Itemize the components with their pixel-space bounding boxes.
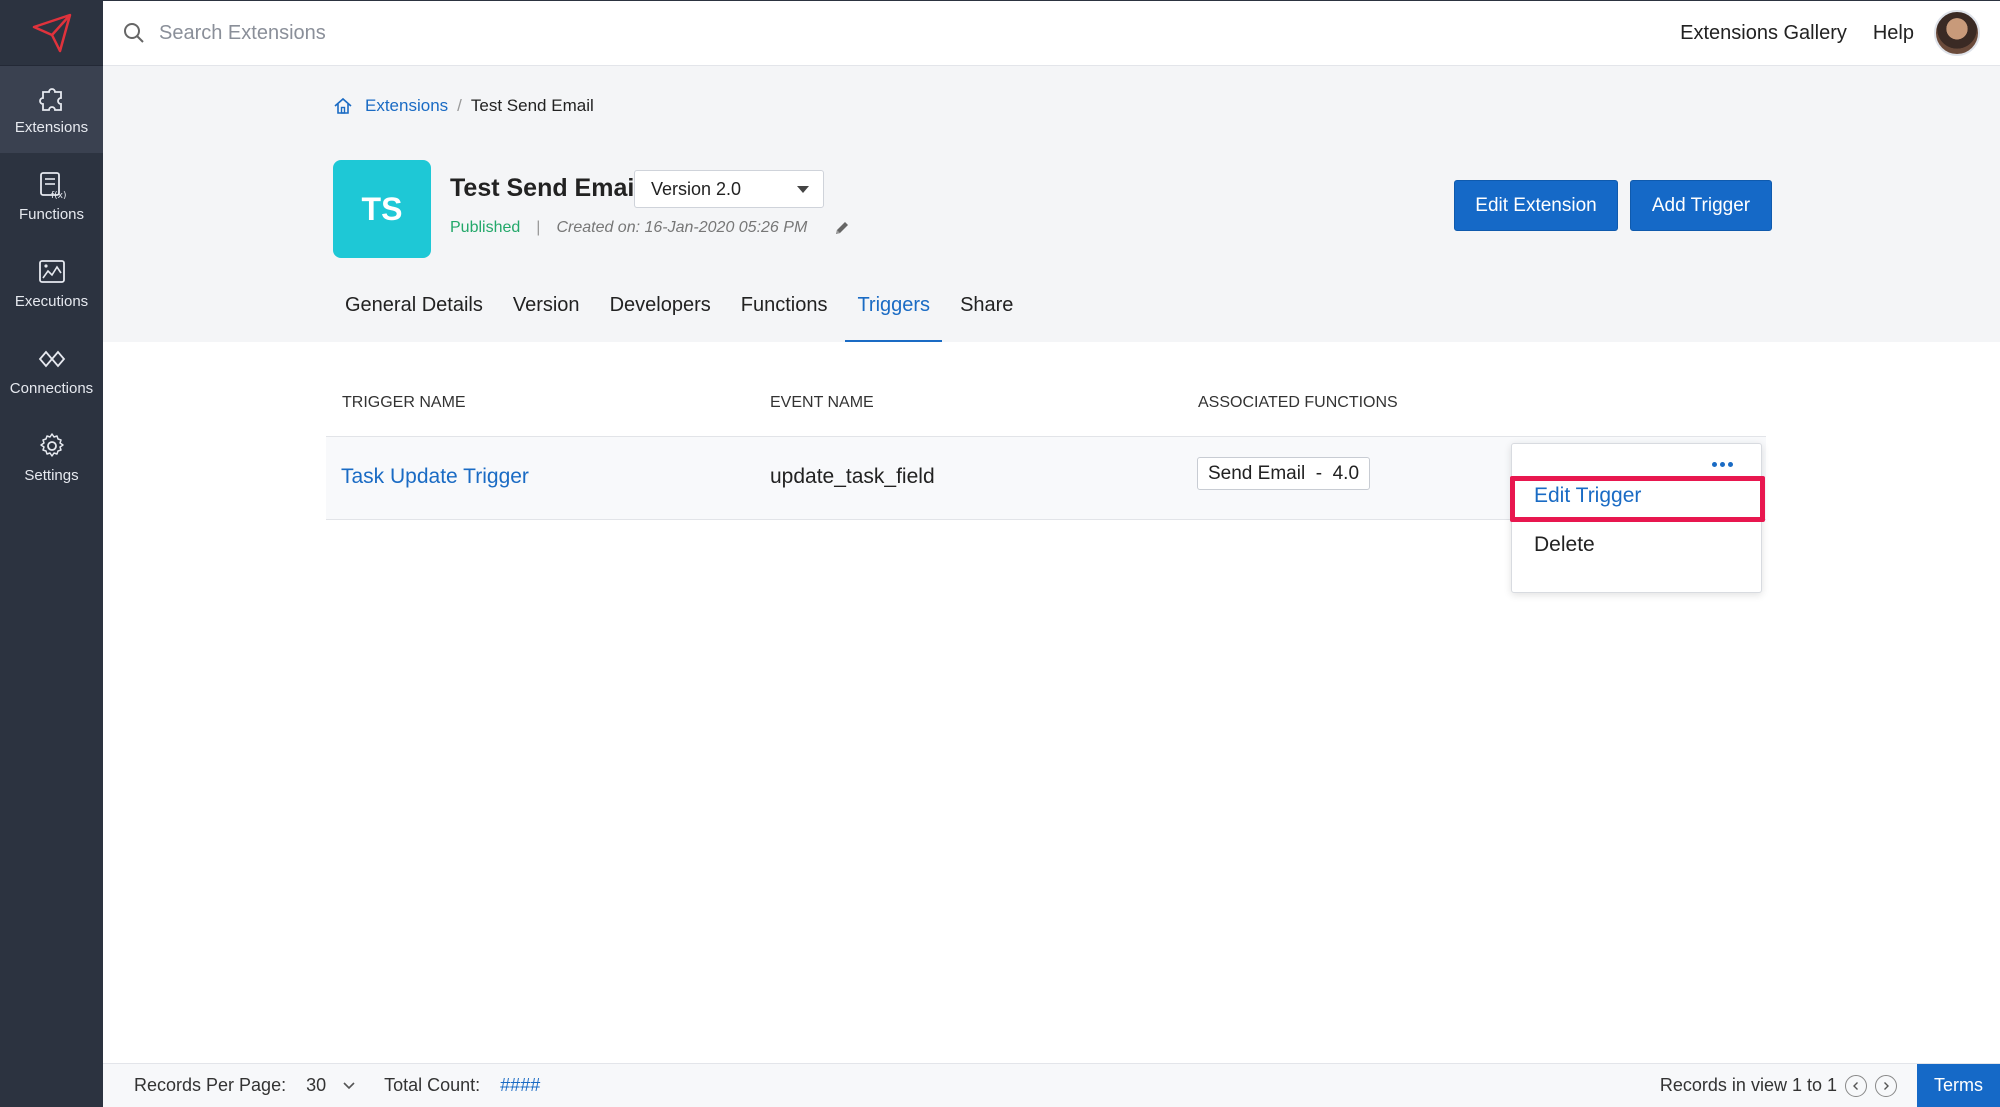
search-input[interactable] <box>159 21 659 45</box>
search-icon <box>124 23 144 43</box>
breadcrumb-extensions-link[interactable]: Extensions <box>365 96 448 116</box>
home-icon[interactable] <box>333 96 353 116</box>
tab-share[interactable]: Share <box>948 268 1025 342</box>
records-in-view: Records in view 1 to 1 <box>1659 1075 1837 1095</box>
avatar[interactable] <box>1934 10 1980 56</box>
column-header-event-name: EVENT NAME <box>770 394 874 411</box>
app-logo[interactable] <box>0 0 103 66</box>
svg-text:f(x): f(x) <box>51 191 67 200</box>
sidebar-item-settings[interactable]: Settings <box>0 414 103 501</box>
executions-icon <box>38 260 65 283</box>
gear-icon <box>39 433 64 457</box>
connections-icon <box>38 350 65 368</box>
total-count-value: #### <box>500 1075 541 1095</box>
sidebar-item-connections[interactable]: Connections <box>0 327 103 414</box>
sidebar-item-label: Settings <box>24 467 79 484</box>
tab-bar: General Details Version Developers Funct… <box>333 268 1031 342</box>
pencil-icon[interactable] <box>833 219 851 237</box>
created-date: Created on: 16-Jan-2020 05:26 PM <box>556 219 808 236</box>
extension-header: Extensions / Test Send Email TS Test Sen… <box>103 66 2000 342</box>
status-line: Published | Created on: 16-Jan-2020 05:2… <box>450 219 851 237</box>
more-options-icon[interactable] <box>1712 462 1733 467</box>
search-box[interactable] <box>123 21 659 45</box>
records-per-page-value[interactable]: 30 <box>306 1075 326 1096</box>
sidebar-item-label: Executions <box>14 293 89 310</box>
status-separator: | <box>536 219 541 236</box>
sidebar: Extensions f(x) Functions Executions Con… <box>0 0 103 1107</box>
help-link[interactable]: Help <box>1873 22 1914 45</box>
edit-extension-button[interactable]: Edit Extension <box>1454 180 1618 231</box>
top-bar: Extensions Gallery Help <box>103 0 2000 66</box>
breadcrumb-separator: / <box>457 96 462 115</box>
column-header-associated-functions: ASSOCIATED FUNCTIONS <box>1198 394 1398 411</box>
associated-function-chip: Send Email - 4.0 <box>1197 457 1371 490</box>
sidebar-item-label: Extensions <box>14 119 89 136</box>
delete-menu-item[interactable]: Delete <box>1534 533 1595 557</box>
puzzle-icon <box>38 88 62 111</box>
version-dropdown-value: Version 2.0 <box>651 178 742 199</box>
tab-developers[interactable]: Developers <box>598 268 723 342</box>
previous-page-icon[interactable] <box>1845 1074 1867 1097</box>
table-header: TRIGGER NAME EVENT NAME ASSOCIATED FUNCT… <box>326 380 1766 437</box>
tab-version[interactable]: Version <box>501 268 592 342</box>
total-count-label: Total Count: <box>384 1075 481 1095</box>
row-action-menu: Edit Trigger Delete <box>1511 443 1762 593</box>
breadcrumb-current: Test Send Email <box>470 96 594 115</box>
extension-logo: TS <box>333 160 431 258</box>
sidebar-item-extensions[interactable]: Extensions <box>0 66 103 153</box>
footer: Records Per Page: 30 Total Count: #### R… <box>103 1063 2000 1107</box>
event-name-cell: update_task_field <box>770 465 935 488</box>
add-trigger-button[interactable]: Add Trigger <box>1630 180 1772 231</box>
version-dropdown[interactable]: Version 2.0 <box>634 170 824 208</box>
page-title: Test Send Email <box>450 174 642 202</box>
sidebar-item-label: Connections <box>9 380 94 397</box>
chevron-down-icon <box>797 186 809 193</box>
status-badge: Published <box>450 219 521 236</box>
tab-general-details[interactable]: General Details <box>333 268 495 342</box>
tab-triggers[interactable]: Triggers <box>845 268 942 342</box>
trigger-name-link[interactable]: Task Update Trigger <box>341 465 529 489</box>
breadcrumb: Extensions / Test Send Email <box>333 96 594 116</box>
terms-link[interactable]: Terms <box>1917 1063 2000 1107</box>
extensions-gallery-link[interactable]: Extensions Gallery <box>1680 22 1847 45</box>
next-page-icon[interactable] <box>1875 1074 1897 1097</box>
column-header-trigger-name: TRIGGER NAME <box>342 394 466 411</box>
sidebar-item-executions[interactable]: Executions <box>0 240 103 327</box>
paper-plane-logo-icon <box>32 13 71 52</box>
records-per-page-label: Records Per Page: <box>134 1075 287 1095</box>
sidebar-item-label: Functions <box>18 206 85 223</box>
tab-functions[interactable]: Functions <box>729 268 840 342</box>
sidebar-item-functions[interactable]: f(x) Functions <box>0 153 103 240</box>
chevron-down-icon[interactable] <box>342 1081 356 1091</box>
edit-trigger-menu-item[interactable]: Edit Trigger <box>1534 484 1641 508</box>
function-icon: f(x) <box>39 172 67 200</box>
top-right-links: Extensions Gallery Help <box>1654 10 1980 56</box>
